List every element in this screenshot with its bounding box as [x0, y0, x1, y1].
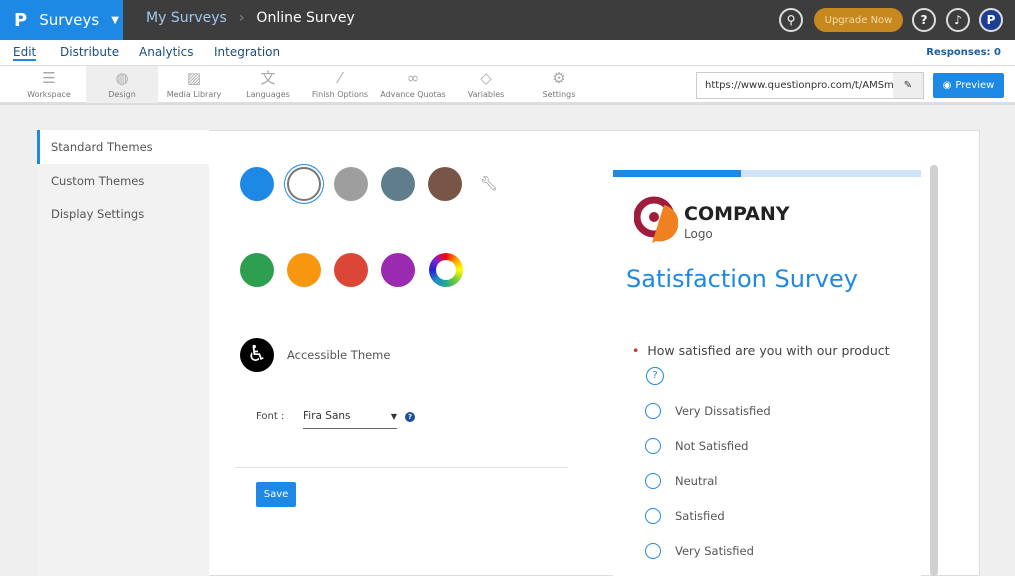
- label: Design: [108, 90, 136, 99]
- label: Languages: [246, 90, 290, 99]
- logo-subtitle: Logo: [684, 227, 713, 241]
- option-label: Very Satisfied: [675, 544, 754, 558]
- help-icon[interactable]: ?: [912, 8, 936, 32]
- toolbar-settings[interactable]: ⚙ Settings: [523, 66, 595, 103]
- toolbar-finish-options[interactable]: ⁄ Finish Options: [304, 66, 376, 103]
- theme-swatch[interactable]: [381, 167, 415, 201]
- product-name: Surveys: [39, 11, 100, 29]
- radio-option[interactable]: Very Satisfied: [645, 543, 754, 559]
- link-icon: ∞: [406, 69, 420, 87]
- option-label: Very Dissatisfied: [675, 404, 771, 418]
- theme-swatch[interactable]: [240, 167, 274, 201]
- toolbar-workspace[interactable]: ☰ Workspace: [13, 66, 85, 103]
- radio-button[interactable]: [645, 473, 661, 489]
- sidebar-item-custom-themes[interactable]: Custom Themes: [37, 164, 209, 198]
- theme-swatch[interactable]: [428, 167, 462, 201]
- tab-edit[interactable]: Edit: [13, 45, 37, 61]
- radio-button[interactable]: [645, 508, 661, 524]
- accessible-theme-label[interactable]: Accessible Theme: [287, 348, 390, 362]
- label: Finish Options: [311, 90, 369, 99]
- radio-button[interactable]: [645, 543, 661, 559]
- theme-swatch[interactable]: [334, 253, 368, 287]
- label: Settings: [542, 90, 576, 99]
- label: Media Library: [166, 90, 222, 99]
- avatar[interactable]: P: [979, 8, 1003, 32]
- image-icon: ▨: [186, 69, 202, 87]
- radio-button[interactable]: [645, 438, 661, 454]
- theme-swatch[interactable]: [287, 167, 321, 201]
- chevron-right-icon: ›: [238, 10, 245, 26]
- radio-option[interactable]: Satisfied: [645, 508, 725, 524]
- font-label: Font :: [256, 411, 285, 422]
- bell-icon[interactable]: ♪: [946, 8, 970, 32]
- nav-bar: Edit Distribute Analytics Integration Re…: [0, 40, 1015, 66]
- toolbar-advance-quotas[interactable]: ∞ Advance Quotas: [377, 66, 449, 103]
- option-label: Neutral: [675, 474, 718, 488]
- sidebar: Standard Themes Custom Themes Display Se…: [37, 130, 209, 576]
- option-label: Not Satisfied: [675, 439, 749, 453]
- product-switcher[interactable]: P Surveys ▼: [0, 0, 123, 40]
- label: Preview: [955, 80, 995, 91]
- questionpro-logo-icon: P: [14, 9, 28, 31]
- radio-option[interactable]: Not Satisfied: [645, 438, 748, 454]
- responses-count[interactable]: Responses: 0: [926, 47, 1001, 58]
- survey-url-field[interactable]: https://www.questionpro.com/t/AMSm7Z ✎: [696, 72, 924, 99]
- question-label: How satisfied are you with our product: [647, 343, 890, 358]
- question-text: • How satisfied are you with our product: [632, 343, 890, 358]
- divider: [235, 467, 568, 468]
- sidebar-item-display-settings[interactable]: Display Settings: [37, 197, 209, 231]
- theme-swatch[interactable]: [287, 253, 321, 287]
- tab-distribute[interactable]: Distribute: [60, 45, 119, 59]
- tag-icon: ◇: [480, 69, 492, 87]
- tab-integration[interactable]: Integration: [214, 45, 280, 59]
- eye-icon: ◉: [942, 80, 952, 91]
- translate-icon: 文: [260, 69, 276, 87]
- radio-button[interactable]: [645, 403, 661, 419]
- theme-swatch[interactable]: [381, 253, 415, 287]
- gear-icon: ⚙: [552, 69, 566, 87]
- upgrade-button[interactable]: Upgrade Now: [814, 8, 903, 32]
- theme-swatch[interactable]: [334, 167, 368, 201]
- magic-wand-icon: ⁄: [338, 69, 342, 87]
- caret-down-icon: ▼: [111, 14, 119, 26]
- required-marker: •: [632, 343, 640, 358]
- tab-analytics[interactable]: Analytics: [139, 45, 194, 59]
- font-select[interactable]: Fira Sans ▼: [303, 410, 397, 429]
- scrollbar[interactable]: [930, 165, 938, 576]
- option-label: Satisfied: [675, 509, 725, 523]
- save-button[interactable]: Save: [256, 482, 296, 507]
- pencil-icon[interactable]: ✎: [893, 73, 923, 98]
- survey-title: Satisfaction Survey: [626, 265, 858, 293]
- toolbar-variables[interactable]: ◇ Variables: [450, 66, 522, 103]
- progress-bar: [613, 170, 921, 177]
- company-name: COMPANY: [684, 203, 790, 225]
- sidebar-item-standard-themes[interactable]: Standard Themes: [37, 130, 209, 164]
- toolbar-design[interactable]: ◍ Design: [86, 66, 158, 103]
- color-wheel-icon[interactable]: [429, 253, 463, 287]
- toolbar-languages[interactable]: 文 Languages: [232, 66, 304, 103]
- url-text: https://www.questionpro.com/t/AMSm7Z: [705, 80, 907, 91]
- help-icon[interactable]: ?: [405, 412, 415, 422]
- theme-swatch[interactable]: [240, 253, 274, 287]
- caret-down-icon: ▼: [390, 412, 397, 421]
- accessibility-icon[interactable]: ♿︎: [240, 338, 274, 372]
- radio-option[interactable]: Neutral: [645, 473, 717, 489]
- preview-button[interactable]: ◉ Preview: [933, 73, 1004, 98]
- wrench-icon[interactable]: 🔧︎: [480, 176, 498, 192]
- breadcrumb-current: Online Survey: [256, 10, 355, 26]
- toolbar-media-library[interactable]: ▨ Media Library: [158, 66, 230, 103]
- label: Workspace: [27, 90, 71, 99]
- question-help-icon[interactable]: ?: [646, 367, 664, 385]
- font-value: Fira Sans: [303, 410, 351, 422]
- workspace-icon: ☰: [42, 69, 56, 87]
- company-logo-icon: [634, 196, 678, 243]
- breadcrumb-my-surveys[interactable]: My Surveys: [146, 10, 227, 26]
- label: Variables: [467, 90, 505, 99]
- palette-icon: ◍: [115, 69, 129, 87]
- search-icon[interactable]: ⚲: [779, 8, 803, 32]
- radio-option[interactable]: Very Dissatisfied: [645, 403, 771, 419]
- label: Advance Quotas: [380, 90, 446, 99]
- breadcrumb: My Surveys › Online Survey: [146, 10, 355, 26]
